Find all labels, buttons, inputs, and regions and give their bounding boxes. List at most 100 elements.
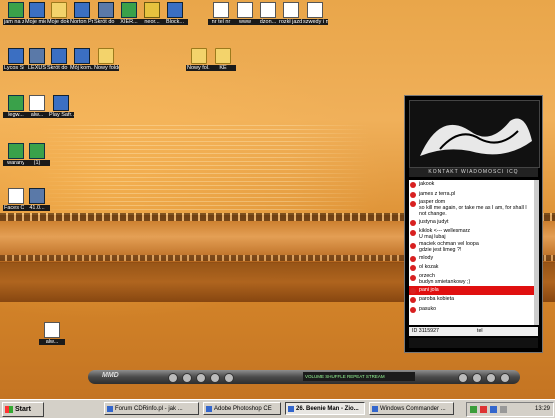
contact-item-selected[interactable]: pani jola [409, 285, 534, 295]
tel-label: tel [477, 328, 483, 334]
computer-icon [74, 48, 90, 64]
taskbar-button[interactable]: Windows Commander ... [369, 402, 454, 415]
document-icon [237, 2, 253, 18]
contact-item[interactable]: mlody [409, 254, 534, 264]
document-icon [44, 322, 60, 338]
folder-icon [98, 48, 114, 64]
contact-status: budyn smietankowy ;) [419, 278, 471, 285]
contact-list-scrollbar[interactable] [534, 180, 539, 325]
taskbar-button-label: Windows Commander ... [380, 406, 446, 412]
prev-button[interactable] [168, 373, 178, 383]
equalizer-button[interactable] [486, 373, 496, 383]
online-flower-icon [410, 255, 416, 262]
contact-item[interactable]: pasuko [409, 305, 534, 315]
tray-app-icon[interactable] [480, 406, 487, 413]
desktop: jam na zielo Moje miej... Moje doku... N… [0, 0, 555, 399]
app-icon [8, 2, 24, 18]
desktop-icon[interactable]: Play Safr... [48, 95, 74, 118]
desktop-icon[interactable]: nr tel nr [208, 2, 234, 25]
online-flower-icon [410, 265, 416, 271]
desktop-icon-label: Play Safr... [48, 112, 74, 118]
contact-item[interactable]: paroba kobieta [409, 295, 534, 305]
contact-list-window[interactable]: KONTAKT WIADOMOSCI ICQ jakook james z te… [404, 95, 543, 353]
desktop-icon-label: alw... [39, 339, 65, 345]
desktop-icon[interactable]: Nowy fol... [186, 48, 212, 71]
document-icon [307, 2, 323, 18]
document-icon [283, 2, 299, 18]
app-icon [53, 95, 69, 111]
clock[interactable]: 13:29 [535, 403, 550, 416]
stop-button[interactable] [210, 373, 220, 383]
app-icon [121, 2, 137, 18]
contact-item[interactable]: jasper dom so kill me again, or take me a… [409, 199, 534, 218]
desktop-icon[interactable]: rozkł jazd... [278, 2, 304, 25]
desktop-icon[interactable]: szwedy i niet... [302, 2, 328, 25]
online-flower-icon [410, 220, 416, 226]
contact-item[interactable]: james z terra.pl [409, 190, 534, 200]
desktop-icon[interactable]: Mój kom... [69, 48, 95, 71]
photoshop-icon [206, 406, 212, 412]
contact-name: pani jola [419, 286, 439, 293]
desktop-icon-label: nr tel nr [208, 19, 234, 25]
desktop-icon[interactable]: Block... [162, 2, 188, 25]
contact-item[interactable]: orzech budyn smietankowy ;) [409, 273, 534, 286]
contact-item[interactable]: ol kozak [409, 263, 534, 273]
desktop-icon[interactable]: alw... [39, 322, 65, 345]
icq-flower-icon[interactable] [470, 406, 477, 413]
desktop-icon[interactable]: Nowy folder [93, 48, 119, 71]
taskbar: Start Forum CDRinfo.pl - jak ... Adobe P… [0, 399, 555, 418]
volume-icon[interactable] [500, 406, 507, 413]
contact-status: so kill me again, or take me as I am, fo… [419, 205, 527, 217]
online-flower-icon [410, 287, 416, 294]
folder-icon [191, 48, 207, 64]
desktop-icon[interactable]: (1) [24, 143, 50, 166]
network-icon[interactable] [490, 406, 497, 413]
contact-bottom-bar[interactable] [409, 338, 538, 348]
taskbar-button[interactable]: Forum CDRinfo.pl - jak ... [104, 402, 199, 415]
taskbar-button[interactable]: 26. Beenie Man - Zio... [285, 402, 365, 415]
player-logo: MMD [102, 372, 119, 379]
online-flower-icon [410, 274, 416, 281]
online-flower-icon [410, 182, 416, 188]
app-icon [29, 143, 45, 159]
player-display: VOLUME SHUFFLE REPEAT STREAM [303, 372, 415, 381]
app-icon [167, 2, 183, 18]
contact-item[interactable]: jakook [409, 180, 534, 190]
contact-list-banner [409, 100, 540, 168]
contact-item[interactable]: maciek ochman vel loopa gdzie jest limeg … [409, 241, 534, 254]
computer-icon [29, 2, 45, 18]
desktop-icon[interactable]: 41.0... [24, 188, 50, 211]
contact-name: james z terra.pl [419, 190, 456, 197]
desktop-icon[interactable]: alw... [24, 95, 50, 118]
app-icon [98, 2, 114, 18]
contact-list[interactable]: jakook james z terra.pl jasper dom so kil… [409, 180, 534, 325]
playlist-button[interactable] [472, 373, 482, 383]
contact-name: jakook [419, 181, 435, 187]
media-player-bar[interactable]: MMD VOLUME SHUFFLE REPEAT STREAM [88, 370, 520, 384]
desktop-icon-label: KE [210, 65, 236, 71]
taskbar-button[interactable]: Adobe Photoshop CE [203, 402, 281, 415]
desktop-icon[interactable]: KE [210, 48, 236, 71]
close-button[interactable] [500, 373, 510, 383]
desktop-icon[interactable]: Norton Prot... [69, 2, 95, 25]
document-icon [260, 2, 276, 18]
contact-item[interactable]: kiklok <--- wellesmarz U maj lubaj [409, 228, 534, 241]
eject-button[interactable] [458, 373, 468, 383]
pause-button[interactable] [196, 373, 206, 383]
desktop-icon-label: 41.0... [24, 205, 50, 211]
start-button[interactable]: Start [2, 402, 44, 417]
commander-icon [372, 406, 378, 412]
desktop-icon-label: rozkł jazd... [278, 19, 304, 25]
desktop-icon-label: szwedy i niet... [302, 19, 328, 25]
contact-item[interactable]: justyna judyt [409, 218, 534, 228]
play-button[interactable] [182, 373, 192, 383]
next-button[interactable] [224, 373, 234, 383]
start-label: Start [15, 406, 31, 413]
folder-icon [215, 48, 231, 64]
contact-name: paroba kobieta [419, 296, 455, 302]
user-id: ID 3115927 [412, 328, 439, 334]
browser-icon [107, 406, 113, 412]
document-icon [8, 188, 24, 204]
contact-name: pasuko [419, 305, 437, 312]
folder-icon [51, 2, 67, 18]
